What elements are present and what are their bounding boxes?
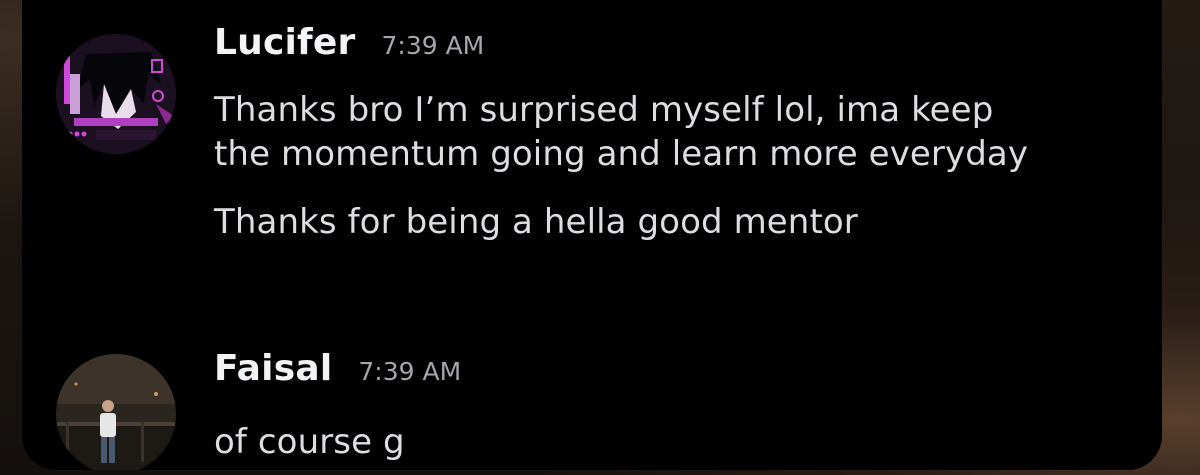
message-body: of course g: [214, 420, 1142, 464]
message-header: Faisal 7:39 AM: [214, 348, 1142, 408]
photo-avatar-icon[interactable]: [56, 354, 176, 470]
message-header: Lucifer 7:39 AM: [214, 22, 1142, 82]
message-text-line: Thanks for being a hella good mentor: [214, 202, 858, 242]
message-text-line: the momentum going and learn more everyd…: [214, 134, 1029, 174]
chat-panel: Lucifer 7:39 AM Thanks bro I’m surprised…: [22, 0, 1162, 470]
message-content: Lucifer 7:39 AM Thanks bro I’m surprised…: [214, 22, 1142, 244]
message-body: Thanks bro I’m surprised myself lol, ima…: [214, 88, 1142, 244]
message-text-line: Thanks bro I’m surprised myself lol, ima…: [214, 90, 994, 130]
message-content: Faisal 7:39 AM of course g: [214, 348, 1142, 464]
username[interactable]: Lucifer: [214, 22, 355, 63]
timestamp: 7:39 AM: [358, 357, 462, 386]
timestamp: 7:39 AM: [381, 31, 485, 60]
anime-avatar-icon[interactable]: [56, 34, 176, 154]
username[interactable]: Faisal: [214, 348, 332, 389]
message-text-line: of course g: [214, 422, 405, 462]
